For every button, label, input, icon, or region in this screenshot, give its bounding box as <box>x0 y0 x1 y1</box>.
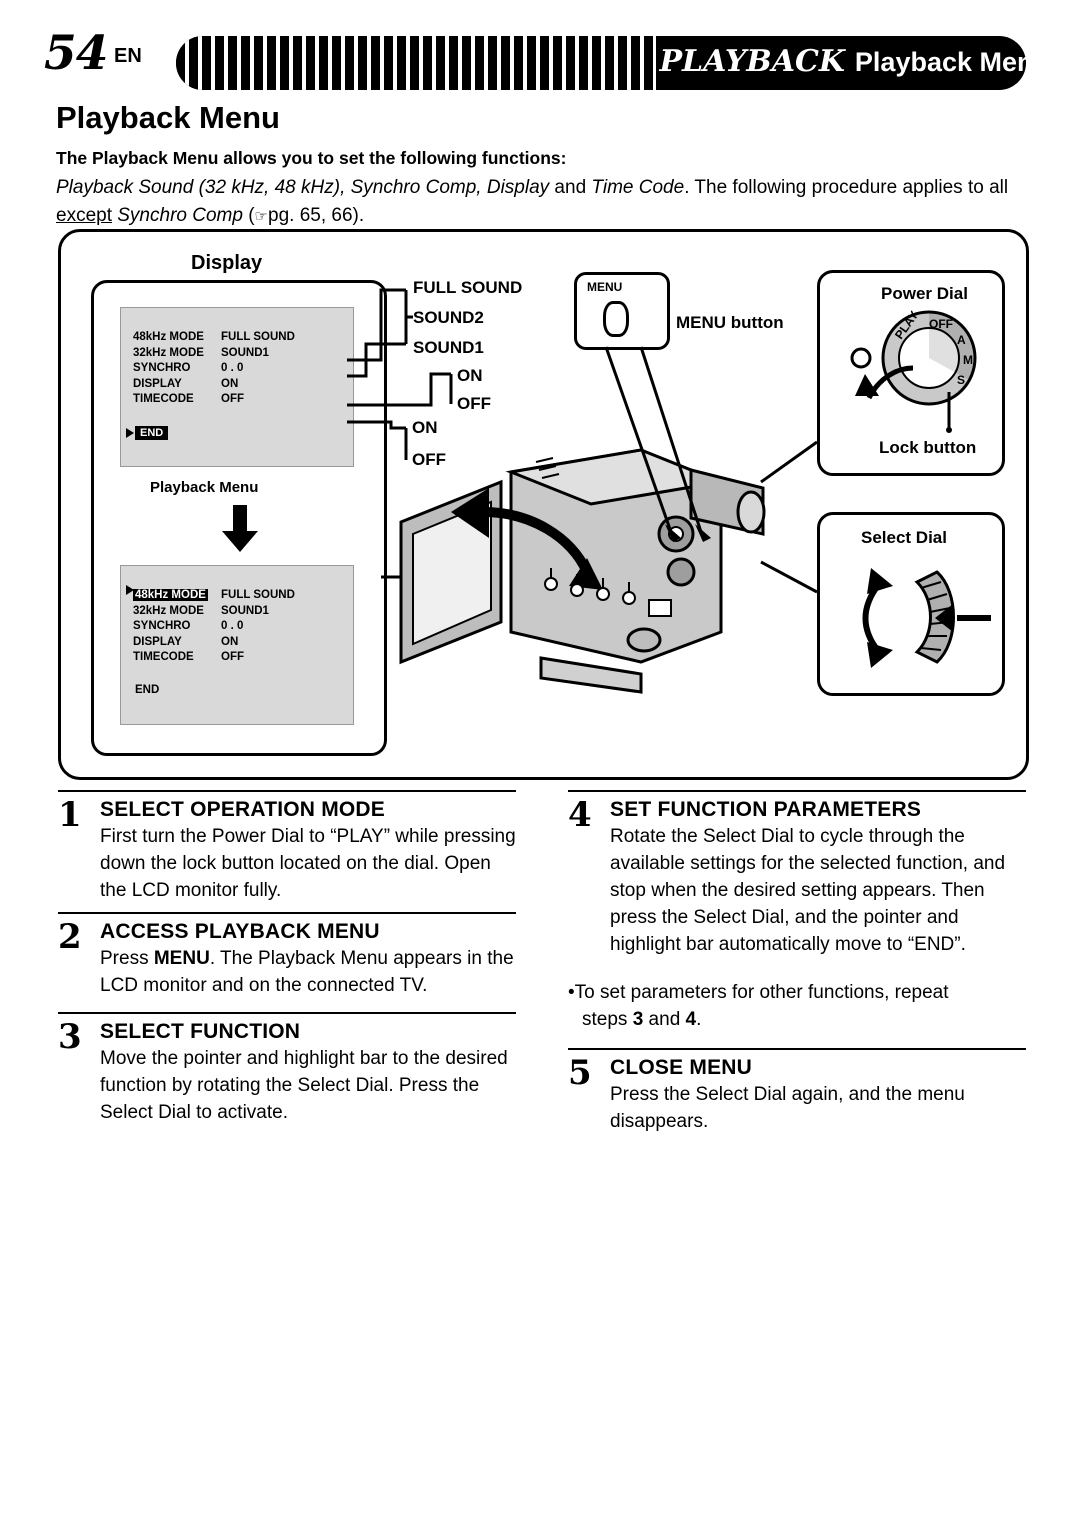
step-body-a: Press <box>100 948 154 969</box>
pointing-hand-icon: ☞ <box>254 206 268 225</box>
intro-line1-d: . The following procedure applies <box>684 177 963 198</box>
header-section: PLAYBACK <box>659 44 845 79</box>
step-body: Move the pointer and highlight bar to th… <box>100 1048 508 1123</box>
header-section-title: PLAYBACK Playback Menu <box>659 44 1050 79</box>
step-note: •To set parameters for other functions, … <box>568 974 1026 1034</box>
step-rule <box>568 1047 1026 1050</box>
step-5: 5 CLOSE MENU Press the Select Dial again… <box>568 1047 1026 1148</box>
step-heading: SELECT OPERATION MODE <box>100 798 385 821</box>
note-text-a: •To set parameters for other functions, … <box>568 982 949 1003</box>
note-sub: steps 3 and 4. <box>582 1007 1026 1034</box>
step-number: 3 <box>58 1017 82 1057</box>
header-bar-stripes <box>176 36 656 90</box>
menu-keyword: MENU <box>153 948 210 969</box>
step-1: 1 SELECT OPERATION MODE First turn the P… <box>58 790 516 908</box>
step-number: 5 <box>568 1052 592 1093</box>
page-title: Playback Menu <box>56 100 280 135</box>
step-heading: SELECT FUNCTION <box>100 1020 301 1043</box>
intro-line1-a: Playback Sound (32 kHz, 48 kHz), Synchro… <box>56 177 550 198</box>
step-heading: ACCESS PLAYBACK MENU <box>100 920 380 943</box>
step-number: 4 <box>568 795 592 835</box>
page-header: PLAYBACK Playback Menu <box>0 36 1080 92</box>
step-body: Press MENU. The Playback Menu appears in… <box>100 944 516 1000</box>
step-2: 2 ACCESS PLAYBACK MENU Press MENU. The P… <box>58 912 516 1008</box>
intro-body: Playback Sound (32 kHz, 48 kHz), Synchro… <box>56 174 1036 229</box>
steps-column-right: 4 SET FUNCTION PARAMETERS Rotate the Sel… <box>568 790 1026 1152</box>
intro-line2-b: except <box>56 204 112 226</box>
header-section-sub: Playback Menu <box>854 47 1050 77</box>
figure-panel: Display 48kHz MODE FULL SOUND 32kHz MODE S… <box>58 229 1029 780</box>
step-rule <box>568 790 1026 792</box>
step-rule <box>58 1012 516 1014</box>
page-number: 54 <box>44 26 108 81</box>
step-4: 4 SET FUNCTION PARAMETERS Rotate the Sel… <box>568 790 1026 970</box>
manual-page: PLAYBACK Playback Menu 54 EN Playback Men… <box>0 0 1080 1533</box>
step-body: Press the Select Dial again, and the men… <box>610 1083 965 1132</box>
step-number: 2 <box>58 917 82 957</box>
intro-line2-a: to all <box>967 177 1009 198</box>
note-step-4: 4 <box>685 1008 697 1030</box>
intro-line1-c: Time Code <box>591 177 685 198</box>
svg-text:S: S <box>957 373 965 387</box>
page-language: EN <box>114 45 142 67</box>
svg-text:OFF: OFF <box>929 317 953 331</box>
step-heading: SET FUNCTION PARAMETERS <box>610 798 922 821</box>
step-body: First turn the Power Dial to “PLAY” whil… <box>100 826 516 901</box>
svg-text:M: M <box>963 353 973 367</box>
note-step-3: 3 <box>632 1008 644 1030</box>
note-text-f: . <box>696 1008 702 1030</box>
intro-line1-b: and <box>549 177 592 198</box>
intro-line2-e: pg. 65, 66). <box>268 204 365 226</box>
intro-line2-d: ( <box>242 204 255 226</box>
step-body: Rotate the Select Dial to cycle through … <box>610 826 1006 955</box>
step-heading: CLOSE MENU <box>610 1055 753 1079</box>
svg-text:A: A <box>957 333 966 347</box>
step-rule <box>58 790 516 792</box>
note-text-d: and <box>643 1008 686 1030</box>
intro-bold: The Playback Menu allows you to set the … <box>56 148 567 168</box>
step-3: 3 SELECT FUNCTION Move the pointer and h… <box>58 1012 516 1132</box>
intro-line2-c: Synchro Comp <box>111 204 243 226</box>
select-dial-illustration <box>862 568 991 668</box>
steps-column-left: 1 SELECT OPERATION MODE First turn the P… <box>58 790 516 1136</box>
power-dial-illustration: PLAY OFF A M S <box>850 308 977 433</box>
step-rule <box>58 912 516 914</box>
note-text-b: steps <box>582 1008 633 1030</box>
step-number: 1 <box>58 795 82 835</box>
